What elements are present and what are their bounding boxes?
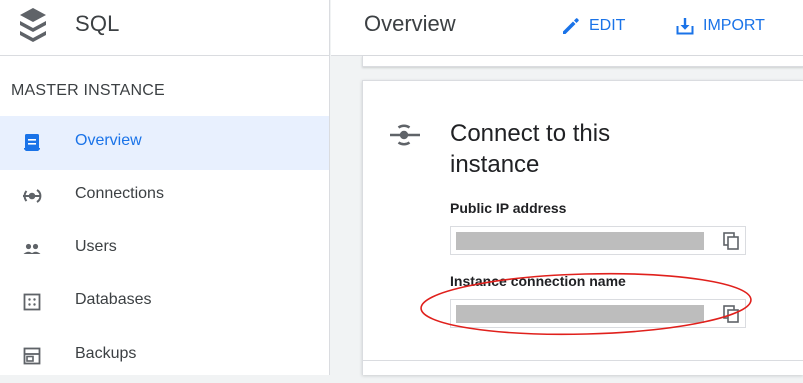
sidebar-item-label: Overview [75, 132, 142, 149]
redacted-value [456, 232, 704, 250]
sidebar-item-label: Backups [75, 345, 137, 362]
pencil-icon [563, 18, 579, 34]
overview-icon [24, 134, 40, 151]
sidebar-item-connections[interactable]: Connections [0, 169, 329, 223]
public-ip-field [450, 226, 746, 255]
sidebar-item-label: Users [75, 238, 117, 255]
card-title: Connect to this instance [450, 120, 611, 178]
connect-card: Connect to this instance Public IP addre… [362, 80, 803, 375]
import-button-label: IMPORT [703, 17, 765, 34]
edit-button[interactable]: EDIT [561, 14, 625, 38]
connection-name-field [450, 299, 746, 328]
copy-icon[interactable] [722, 304, 742, 324]
public-ip-label: Public IP address [450, 200, 567, 216]
connections-icon [390, 124, 420, 146]
redacted-value [456, 305, 704, 323]
connections-icon [23, 189, 42, 203]
sidebar-item-overview[interactable]: Overview [0, 116, 329, 170]
backups-icon [23, 347, 41, 365]
sidebar: SQL MASTER INSTANCE Overview Connections… [0, 0, 330, 375]
card-divider [363, 360, 803, 361]
sidebar-item-users[interactable]: Users [0, 222, 329, 276]
import-button[interactable]: IMPORT [675, 14, 765, 38]
page-header: Overview EDIT IMPORT [331, 0, 803, 56]
sidebar-item-label: Connections [75, 185, 164, 202]
product-title: SQL [75, 11, 120, 36]
edit-button-label: EDIT [589, 17, 626, 34]
product-header: SQL [0, 0, 330, 56]
connection-name-label: Instance connection name [450, 273, 626, 289]
import-icon [676, 18, 694, 35]
section-title: MASTER INSTANCE [11, 82, 165, 99]
copy-icon[interactable] [722, 231, 742, 251]
sidebar-item-databases[interactable]: Databases [0, 275, 329, 329]
sql-logo-icon [20, 8, 46, 42]
databases-icon [23, 293, 41, 311]
users-icon [23, 243, 41, 254]
page-title: Overview [364, 11, 456, 36]
previous-card-edge [362, 56, 803, 67]
sidebar-item-label: Databases [75, 291, 152, 308]
